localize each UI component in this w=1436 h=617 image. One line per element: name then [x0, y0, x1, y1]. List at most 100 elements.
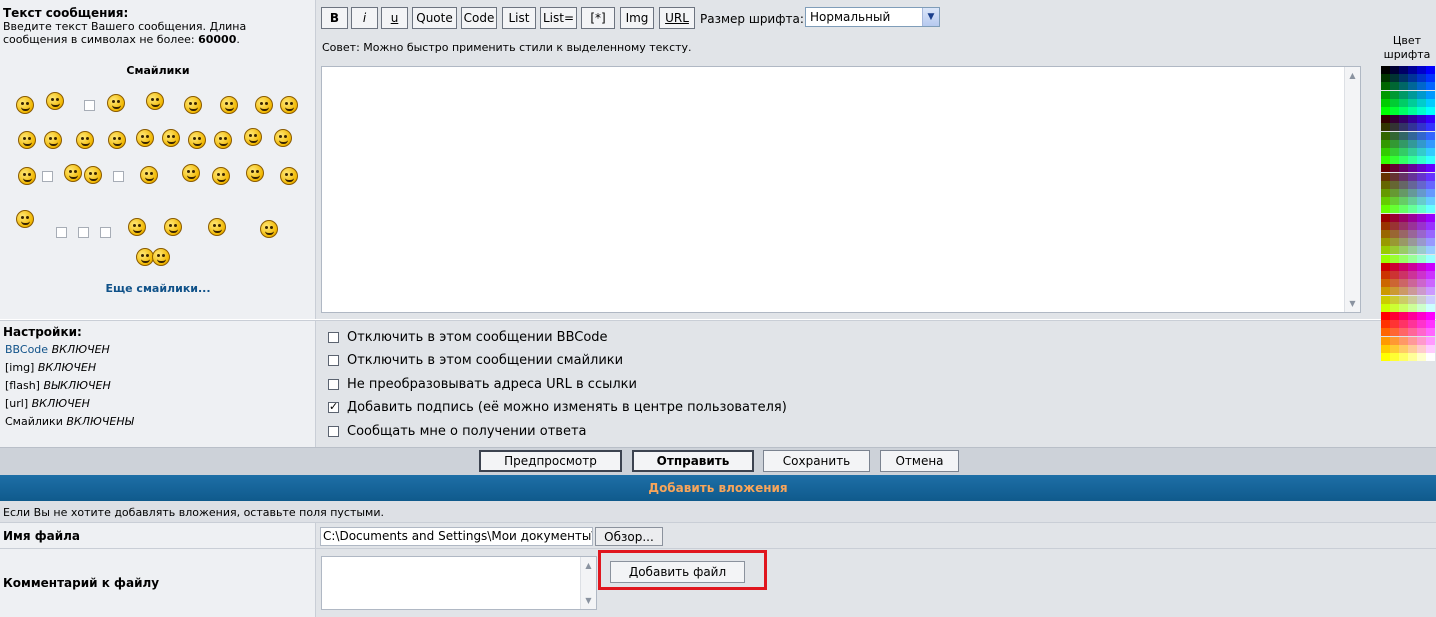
color-swatch[interactable] — [1390, 344, 1399, 353]
color-swatch[interactable] — [1399, 205, 1408, 214]
smiley-icon[interactable] — [108, 131, 126, 149]
color-swatch[interactable] — [1426, 230, 1435, 238]
more-smilies-link[interactable]: Еще смайлики... — [0, 282, 316, 295]
smiley-icon[interactable] — [280, 167, 298, 185]
disable-smilies-checkbox[interactable] — [328, 355, 339, 366]
color-swatch[interactable] — [1417, 139, 1426, 148]
color-swatch[interactable] — [1399, 320, 1408, 329]
color-swatch[interactable] — [1426, 205, 1435, 214]
color-swatch[interactable] — [1408, 287, 1417, 296]
color-swatch[interactable] — [1399, 197, 1408, 206]
color-swatch[interactable] — [1381, 131, 1390, 140]
smiley-icon[interactable] — [16, 96, 34, 114]
color-swatch[interactable] — [1381, 353, 1390, 361]
color-swatch[interactable] — [1417, 189, 1426, 197]
color-swatch[interactable] — [1408, 213, 1417, 222]
color-swatch[interactable] — [1408, 262, 1417, 271]
color-swatch[interactable] — [1417, 172, 1426, 181]
color-swatch[interactable] — [1426, 262, 1435, 271]
smiley-icon[interactable] — [64, 164, 82, 182]
color-swatch[interactable] — [1399, 238, 1408, 247]
color-swatch[interactable] — [1390, 230, 1399, 238]
color-swatch[interactable] — [1408, 336, 1417, 345]
color-swatch[interactable] — [1390, 238, 1399, 247]
color-swatch[interactable] — [1417, 221, 1426, 230]
color-swatch[interactable] — [1399, 279, 1408, 288]
color-swatch[interactable] — [1390, 90, 1399, 99]
file-path-input[interactable]: C:\Documents and Settings\Мои документы\ — [320, 527, 593, 546]
color-swatch[interactable] — [1417, 197, 1426, 206]
color-swatch[interactable] — [1399, 230, 1408, 238]
color-swatch[interactable] — [1426, 287, 1435, 296]
color-swatch[interactable] — [1408, 238, 1417, 247]
color-swatch[interactable] — [1399, 66, 1408, 74]
color-swatch[interactable] — [1417, 82, 1426, 91]
color-swatch[interactable] — [1417, 238, 1426, 247]
color-swatch[interactable] — [1399, 98, 1408, 107]
color-swatch[interactable] — [1426, 213, 1435, 222]
color-swatch[interactable] — [1381, 197, 1390, 206]
color-swatch[interactable] — [1408, 230, 1417, 238]
color-swatch[interactable] — [1399, 221, 1408, 230]
color-swatch[interactable] — [1417, 353, 1426, 361]
color-swatch[interactable] — [1390, 353, 1399, 361]
font-size-select[interactable]: Нормальный ▼ — [805, 7, 940, 27]
color-swatch[interactable] — [1399, 139, 1408, 148]
color-swatch[interactable] — [1399, 254, 1408, 263]
img-button[interactable]: Img — [620, 7, 654, 29]
color-swatch[interactable] — [1390, 246, 1399, 255]
color-swatch[interactable] — [1381, 189, 1390, 197]
color-swatch[interactable] — [1408, 156, 1417, 165]
color-swatch[interactable] — [1381, 230, 1390, 238]
color-swatch[interactable] — [1408, 328, 1417, 337]
color-swatch[interactable] — [1417, 115, 1426, 124]
color-swatch[interactable] — [1408, 82, 1417, 91]
file-comment-textarea[interactable]: ▲ ▼ — [321, 556, 597, 610]
color-swatch[interactable] — [1426, 115, 1435, 124]
color-swatch[interactable] — [1417, 303, 1426, 312]
color-swatch[interactable] — [1417, 90, 1426, 99]
smiley-icon[interactable] — [46, 92, 64, 110]
color-swatch[interactable] — [1426, 82, 1435, 91]
message-textarea[interactable]: ▲ ▼ — [321, 66, 1361, 313]
color-swatch[interactable] — [1417, 66, 1426, 74]
smiley-icon[interactable] — [146, 92, 164, 110]
color-swatch[interactable] — [1381, 262, 1390, 271]
list-button[interactable]: List — [502, 7, 536, 29]
color-swatch[interactable] — [1408, 189, 1417, 197]
color-swatch[interactable] — [1390, 189, 1399, 197]
color-swatch[interactable] — [1408, 66, 1417, 74]
color-swatch[interactable] — [1408, 254, 1417, 263]
scroll-up-icon[interactable]: ▲ — [1345, 68, 1360, 83]
color-swatch[interactable] — [1390, 74, 1399, 83]
color-swatch[interactable] — [1390, 172, 1399, 181]
color-swatch[interactable] — [1408, 271, 1417, 279]
color-swatch[interactable] — [1426, 279, 1435, 288]
smiley-icon[interactable] — [212, 167, 230, 185]
save-button[interactable]: Сохранить — [763, 450, 870, 472]
color-swatch[interactable] — [1417, 164, 1426, 173]
color-swatch[interactable] — [1408, 90, 1417, 99]
color-swatch[interactable] — [1426, 221, 1435, 230]
color-swatch[interactable] — [1390, 213, 1399, 222]
color-swatch[interactable] — [1399, 82, 1408, 91]
color-swatch[interactable] — [1417, 131, 1426, 140]
color-swatch[interactable] — [1390, 156, 1399, 165]
color-swatch[interactable] — [1390, 180, 1399, 189]
list-ordered-button[interactable]: List= — [540, 7, 577, 29]
color-swatch[interactable] — [1381, 90, 1390, 99]
color-swatch[interactable] — [1426, 180, 1435, 189]
color-swatch[interactable] — [1426, 312, 1435, 320]
color-swatch[interactable] — [1381, 213, 1390, 222]
color-swatch[interactable] — [1399, 107, 1408, 115]
option-disable-smilies[interactable]: Отключить в этом сообщении смайлики — [328, 353, 623, 368]
color-swatch[interactable] — [1381, 82, 1390, 91]
code-button[interactable]: Code — [461, 7, 497, 29]
color-swatch[interactable] — [1426, 90, 1435, 99]
bold-button[interactable]: B — [321, 7, 348, 29]
color-swatch[interactable] — [1381, 336, 1390, 345]
color-swatch[interactable] — [1399, 328, 1408, 337]
italic-button[interactable]: i — [351, 7, 378, 29]
broken-image-icon[interactable] — [78, 227, 89, 238]
color-swatch[interactable] — [1390, 107, 1399, 115]
